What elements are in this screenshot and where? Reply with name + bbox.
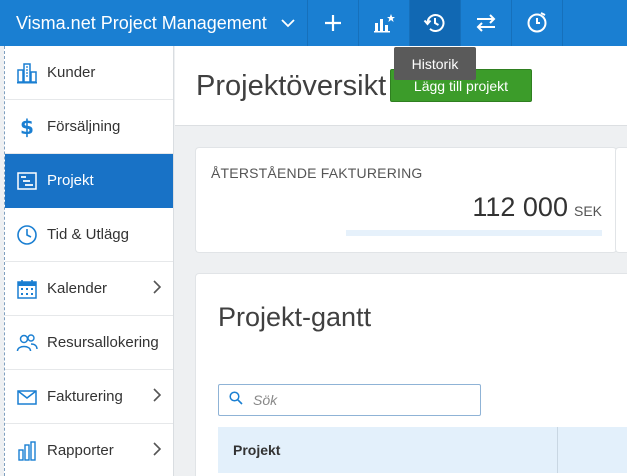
calendar-icon [15,277,39,301]
history-button[interactable] [410,0,461,46]
sidebar-item-fakturering[interactable]: Fakturering [5,370,173,424]
remaining-billing-card: ÅTERSTÅENDE FAKTURERING 112 000 SEK [196,148,616,252]
chevron-right-icon [153,280,162,298]
billing-value: 112 000 SEK [472,192,602,223]
timer-button[interactable] [512,0,563,46]
sidebar-item-label: Resursallokering [47,334,159,351]
envelope-icon [15,385,39,409]
chart-star-icon [373,13,395,33]
chevron-right-icon [153,442,162,460]
project-gantt-card: Projekt-gantt Projekt [196,274,627,476]
billing-amount: 112 000 [472,192,568,222]
sidebar: Kunder $ Försäljning Projekt Tid & Utläg… [4,46,174,476]
table-header: Projekt [218,427,627,473]
chevron-down-icon [281,18,295,28]
people-icon [15,331,39,355]
sidebar-item-label: Projekt [47,172,94,189]
billing-label: ÅTERSTÅENDE FAKTURERING [211,165,423,181]
bar-chart-icon [15,439,39,463]
sidebar-item-label: Försäljning [47,118,121,135]
billing-progress-bar [346,230,602,236]
sidebar-item-label: Kunder [47,64,96,81]
history-icon [423,11,447,35]
dollar-icon: $ [15,115,39,139]
gantt-title: Projekt-gantt [218,302,372,332]
top-bar: Visma.net Project Management [0,0,627,46]
statistics-button[interactable] [359,0,410,46]
switch-button[interactable] [461,0,512,46]
sidebar-item-kalender[interactable]: Kalender [5,262,173,316]
secondary-card [616,148,627,252]
search-icon [229,390,243,410]
search-input[interactable] [253,392,453,408]
swap-arrows-icon [474,12,498,34]
add-button[interactable] [308,0,359,46]
sidebar-item-kunder[interactable]: Kunder [5,46,173,100]
project-icon [15,169,39,193]
sidebar-item-label: Tid & Utlägg [47,226,129,243]
app-switcher[interactable]: Visma.net Project Management [0,0,308,46]
column-header-projekt[interactable]: Projekt [218,427,558,473]
sidebar-item-label: Fakturering [47,388,123,405]
history-tooltip: Historik [394,47,476,80]
sidebar-item-label: Kalender [47,280,108,297]
page-title: Projektöversikt [196,70,387,102]
sidebar-item-projekt[interactable]: Projekt [5,154,173,208]
billing-currency: SEK [573,203,602,219]
clock-check-icon [525,11,549,35]
sidebar-item-label: Rapporter [47,442,114,459]
app-title: Visma.net Project Management [16,12,267,33]
svg-text:$: $ [20,116,34,138]
clock-icon [15,223,39,247]
chevron-right-icon [153,388,162,406]
sidebar-item-tid-utlagg[interactable]: Tid & Utlägg [5,208,173,262]
buildings-icon [15,61,39,85]
sidebar-item-rapporter[interactable]: Rapporter [5,424,173,476]
sidebar-item-forsaljning[interactable]: $ Försäljning [5,100,173,154]
sidebar-item-resursallokering[interactable]: Resursallokering [5,316,173,370]
plus-icon [323,13,343,33]
search-box [218,384,481,416]
